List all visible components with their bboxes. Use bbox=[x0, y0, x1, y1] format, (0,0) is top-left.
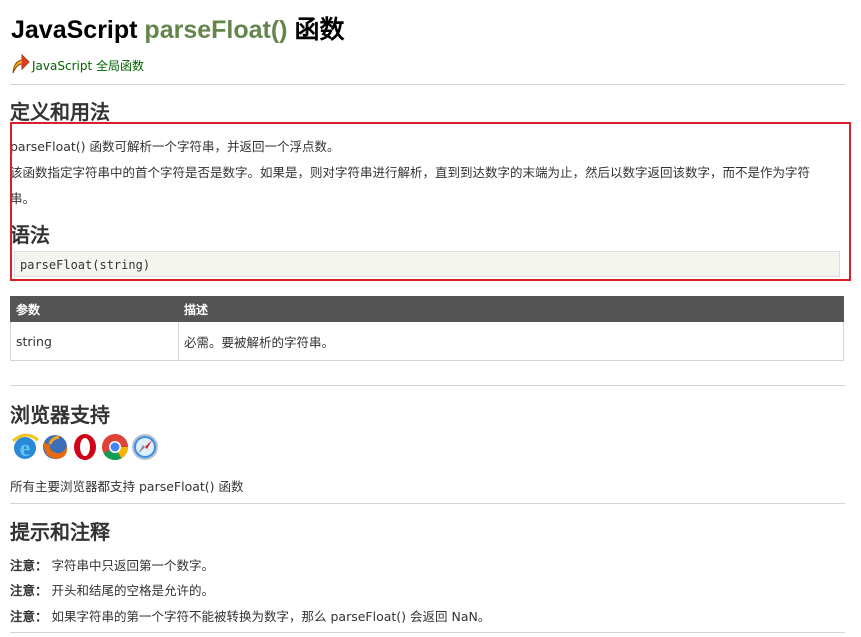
params-table: 参数 描述 string 必需。要被解析的字符串。 bbox=[10, 296, 844, 361]
note-text: 字符串中只返回第一个数字。 bbox=[51, 558, 215, 573]
table-row: string 必需。要被解析的字符串。 bbox=[10, 321, 844, 361]
backlink-label[interactable]: JavaScript 全局函数 bbox=[32, 57, 144, 74]
title-function-name: parseFloat() bbox=[144, 16, 288, 44]
back-arrow-icon bbox=[12, 53, 30, 74]
param-desc-cell: 必需。要被解析的字符串。 bbox=[178, 321, 844, 361]
page-title: JavaScript parseFloat() 函数 bbox=[11, 10, 344, 46]
divider bbox=[10, 503, 845, 504]
chrome-icon bbox=[102, 434, 129, 461]
tip-note: 注意： 开头和结尾的空格是允许的。 bbox=[10, 580, 214, 599]
definition-paragraph-1: parseFloat() 函数可解析一个字符串，并返回一个浮点数。 bbox=[10, 139, 340, 154]
note-text: 开头和结尾的空格是允许的。 bbox=[51, 583, 215, 598]
title-prefix: JavaScript bbox=[11, 16, 145, 44]
params-table-header-row: 参数 描述 bbox=[10, 296, 844, 322]
definition-paragraph-2-cont: 串。 bbox=[10, 191, 36, 206]
divider bbox=[10, 84, 845, 85]
backlink[interactable]: JavaScript 全局函数 bbox=[10, 53, 144, 75]
note-label: 注意： bbox=[10, 609, 48, 624]
note-text: 如果字符串的第一个字符不能被转换为数字，那么 parseFloat() 会返回 … bbox=[51, 609, 491, 624]
divider bbox=[10, 632, 845, 633]
browser-icons: e bbox=[10, 432, 160, 462]
section-heading-browser-support: 浏览器支持 bbox=[10, 403, 110, 427]
note-label: 注意： bbox=[10, 583, 48, 598]
params-header-desc: 描述 bbox=[178, 296, 844, 322]
definition-paragraph-2: 该函数指定字符串中的首个字符是否是数字。如果是，则对字符串进行解析，直到到达数字… bbox=[10, 165, 811, 180]
browser-support-text: 所有主要浏览器都支持 parseFloat() 函数 bbox=[10, 479, 244, 494]
section-heading-syntax: 语法 bbox=[10, 223, 50, 247]
firefox-icon bbox=[43, 435, 68, 459]
svg-text:e: e bbox=[20, 436, 31, 462]
param-name-cell: string bbox=[10, 321, 179, 361]
section-heading-definition: 定义和用法 bbox=[10, 100, 110, 124]
params-header-param: 参数 bbox=[10, 296, 179, 322]
opera-icon bbox=[74, 434, 96, 460]
tip-note: 注意： 字符串中只返回第一个数字。 bbox=[10, 555, 214, 574]
tip-note: 注意： 如果字符串的第一个字符不能被转换为数字，那么 parseFloat() … bbox=[10, 606, 490, 625]
section-heading-tips: 提示和注释 bbox=[10, 520, 110, 544]
ie-icon: e bbox=[11, 433, 39, 462]
divider bbox=[10, 385, 845, 386]
title-suffix: 函数 bbox=[287, 16, 345, 44]
note-label: 注意： bbox=[10, 558, 48, 573]
syntax-code-block: parseFloat(string) bbox=[14, 251, 840, 277]
safari-icon bbox=[132, 434, 158, 460]
